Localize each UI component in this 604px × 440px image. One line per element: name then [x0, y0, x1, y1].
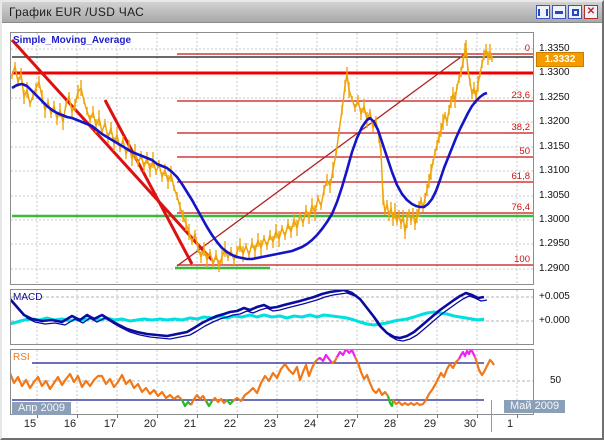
- macd-indicator-label: MACD: [13, 292, 42, 303]
- day-label: 23: [257, 418, 283, 430]
- day-label: 16: [57, 418, 83, 430]
- macd-canvas[interactable]: [11, 290, 533, 344]
- rsi-segment: [459, 350, 475, 359]
- day-label: 28: [377, 418, 403, 430]
- month-separator-line: [491, 400, 492, 432]
- price-label: 1.2900: [539, 263, 570, 274]
- rsi-segment: [337, 350, 355, 357]
- sma-indicator-label: Simple_Moving_Average: [13, 35, 131, 46]
- price-label: 1.3250: [539, 92, 570, 103]
- macd-panel[interactable]: [10, 289, 534, 345]
- month-label-may: Май 2009: [504, 400, 565, 413]
- price-label: 1.3050: [539, 190, 570, 201]
- close-button[interactable]: ✕: [584, 5, 598, 19]
- axis-tick: [517, 414, 518, 418]
- price-label: 1.2950: [539, 238, 570, 249]
- chart-window: График EUR /USD ЧАС ✕ 0 23,6 38,2 50 61,8 76,…: [0, 0, 604, 440]
- day-label: 15: [17, 418, 43, 430]
- rsi-segment: [332, 357, 337, 363]
- axis-tick: [277, 414, 278, 418]
- month-label-april: Апр 2009: [12, 402, 71, 415]
- price-label: 1.3300: [539, 67, 570, 78]
- rsi-segment: [393, 359, 459, 405]
- axis-tick: [317, 414, 318, 418]
- fib-label: 38,2: [512, 122, 531, 133]
- day-label: 17: [97, 418, 123, 430]
- close-icon: ✕: [587, 7, 595, 17]
- day-label: 30: [457, 418, 483, 430]
- fib-label: 61,8: [512, 171, 531, 182]
- maximize-button[interactable]: [568, 5, 582, 19]
- price-chart-canvas[interactable]: 0 23,6 38,2 50 61,8 76,4 100: [11, 33, 533, 284]
- fib-label: 50: [519, 146, 530, 157]
- axis-tick: [397, 414, 398, 418]
- price-label: 1.3150: [539, 141, 570, 152]
- maximize-icon: [572, 9, 579, 16]
- window-title: График EUR /USD ЧАС: [2, 5, 144, 19]
- minimize-button[interactable]: [552, 5, 566, 19]
- fib-label: 100: [514, 254, 530, 265]
- day-label: 22: [217, 418, 243, 430]
- day-label: 29: [417, 418, 443, 430]
- rsi-panel[interactable]: [10, 349, 534, 415]
- axis-tick: [197, 414, 198, 418]
- rsi-50-label: 50: [550, 375, 561, 386]
- axis-tick: [77, 414, 78, 418]
- rsi-segment: [318, 355, 332, 363]
- price-label: 1.3350: [539, 43, 570, 54]
- macd-value-label: +0.005: [539, 291, 570, 302]
- day-label: 20: [137, 418, 163, 430]
- rsi-segment: [475, 357, 494, 375]
- rsi-segment: [182, 400, 191, 406]
- rsi-indicator-label: RSI: [13, 352, 30, 363]
- fib-label: 76,4: [512, 202, 531, 213]
- day-label: 21: [177, 418, 203, 430]
- rsi-segment: [206, 401, 212, 406]
- fib-label: 23,6: [512, 90, 531, 101]
- axis-tick: [157, 414, 158, 418]
- day-label: 27: [337, 418, 363, 430]
- current-price-badge: 1.3332: [536, 52, 584, 67]
- rsi-segment: [233, 359, 318, 401]
- uptrend-thin: [177, 54, 465, 266]
- axis-tick: [437, 414, 438, 418]
- axis-tick: [117, 414, 118, 418]
- axis-tick: [357, 414, 358, 418]
- window-controls: ✕: [536, 5, 598, 19]
- pause-icon: [538, 9, 548, 16]
- axis-tick: [237, 414, 238, 418]
- titlebar[interactable]: График EUR /USD ЧАС ✕: [2, 2, 602, 23]
- price-label: 1.3000: [539, 214, 570, 225]
- price-label: 1.3100: [539, 165, 570, 176]
- price-chart-panel[interactable]: 0 23,6 38,2 50 61,8 76,4 100: [10, 32, 534, 285]
- macd-value-label: +0.000: [539, 315, 570, 326]
- pause-button[interactable]: [536, 5, 550, 19]
- day-label: 1: [497, 418, 523, 430]
- rsi-segment: [388, 396, 393, 406]
- minimize-icon: [555, 11, 563, 14]
- price-label: 1.3200: [539, 116, 570, 127]
- day-label: 24: [297, 418, 323, 430]
- axis-tick: [477, 414, 478, 418]
- rsi-canvas[interactable]: [11, 350, 533, 414]
- fib-label: 0: [525, 43, 530, 54]
